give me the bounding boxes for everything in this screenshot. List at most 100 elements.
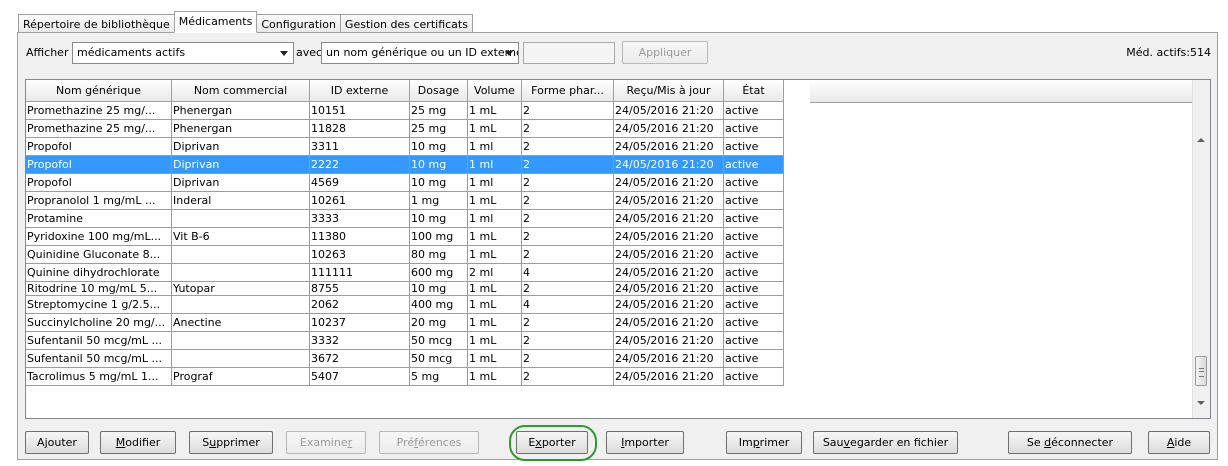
table-row[interactable]: Sufentanil 50 mcg/mL ... 3332 50 mcg 1 mL 2 2… — [26, 332, 784, 350]
col-state-cell: active — [724, 350, 784, 368]
search-field-select[interactable]: un nom générique ou un ID externe — [321, 42, 519, 64]
table-row[interactable]: Streptomycine 1 g/2.5... 2062 400 mg 1 mL 4 2… — [26, 296, 784, 314]
col-state-cell: active — [724, 228, 784, 246]
examine-button[interactable]: Examiner — [286, 431, 366, 454]
col-dosage-cell: 600 mg — [410, 264, 468, 282]
col-brand-name-cell — [172, 296, 310, 314]
header-col-external-id[interactable]: ID externe — [310, 80, 410, 102]
col-state-cell: active — [724, 246, 784, 264]
col-external-id-cell: 11380 — [310, 228, 410, 246]
table-row[interactable]: Propofol Diprivan 4569 10 mg 1 ml 2 24/05/2016… — [26, 174, 784, 192]
col-updated-cell: 24/05/2016 21:20 — [614, 174, 724, 192]
col-state-cell: active — [724, 192, 784, 210]
col-brand-name-cell — [172, 264, 310, 282]
col-state-cell: active — [724, 102, 784, 120]
table-row[interactable]: Pyridoxine 100 mg/mL... Vit B-6 11380 100 m… — [26, 228, 784, 246]
show-filter-select[interactable]: médicaments actifs — [72, 42, 294, 64]
preferences-button[interactable]: Préférences — [379, 431, 479, 454]
table-row[interactable]: Promethazine 25 mg/... Phenergan 11828 25 m… — [26, 120, 784, 138]
col-dosage-form-cell: 2 — [522, 350, 614, 368]
header-col-updated[interactable]: Reçu/Mis à jour — [614, 80, 724, 102]
col-external-id-cell: 4569 — [310, 174, 410, 192]
col-external-id-cell: 2062 — [310, 296, 410, 314]
col-volume-cell: 1 mL — [468, 192, 522, 210]
col-generic-name-cell: Quinidine Gluconate 8... — [26, 246, 172, 264]
table-row[interactable]: Propofol Diprivan 3311 10 mg 1 ml 2 24/05/2016… — [26, 138, 784, 156]
table-row[interactable]: Succinylcholine 20 mg/... Anectine 10237 20… — [26, 314, 784, 332]
action-buttons: Ajouter Modifier Supprimer Examiner Préf… — [18, 425, 1217, 461]
help-button[interactable]: Aide — [1148, 431, 1210, 454]
col-generic-name-cell: Pyridoxine 100 mg/mL... — [26, 228, 172, 246]
apply-button[interactable]: Appliquer — [622, 41, 708, 64]
modify-button[interactable]: Modifier — [100, 431, 176, 454]
col-dosage-form-cell: 2 — [522, 314, 614, 332]
col-generic-name-cell: Ritodrine 10 mg/mL 5... — [26, 282, 172, 296]
table-row[interactable]: Quinidine Gluconate 8... 10263 80 mg 1 mL 2 2… — [26, 246, 784, 264]
col-external-id-cell: 2222 — [310, 156, 410, 174]
vertical-scrollbar[interactable] — [1192, 80, 1210, 418]
print-button[interactable]: Imprimer — [726, 431, 802, 454]
col-external-id-cell: 3672 — [310, 350, 410, 368]
scroll-down-icon[interactable] — [1197, 401, 1205, 405]
header-col-brand-name[interactable]: Nom commercial — [172, 80, 310, 102]
scroll-up-icon[interactable] — [1197, 138, 1205, 142]
header-col-dosage-form[interactable]: Forme phar... — [522, 80, 614, 102]
export-button[interactable]: Exporter — [516, 431, 588, 454]
col-generic-name-cell: Protamine — [26, 210, 172, 228]
col-state-cell: active — [724, 174, 784, 192]
col-dosage-form-cell: 2 — [522, 120, 614, 138]
col-generic-name-cell: Promethazine 25 mg/... — [26, 102, 172, 120]
table-header: Nom générique Nom commercial ID externe Dos… — [26, 80, 784, 102]
col-external-id-cell: 3311 — [310, 138, 410, 156]
col-dosage-cell: 10 mg — [410, 282, 468, 296]
col-generic-name-cell: Propofol — [26, 156, 172, 174]
col-volume-cell: 1 mL — [468, 332, 522, 350]
tab-library-directory[interactable]: Répertoire de bibliothèque — [18, 14, 175, 33]
col-generic-name-cell: Propofol — [26, 138, 172, 156]
table-row[interactable]: Quinine dihydrochlorate 111111 600 mg 2 ml 4… — [26, 264, 784, 282]
col-generic-name-cell: Propranolol 1 mg/mL ... — [26, 192, 172, 210]
col-volume-cell: 1 mL — [468, 368, 522, 386]
col-state-cell: active — [724, 138, 784, 156]
delete-button[interactable]: Supprimer — [189, 431, 273, 454]
col-updated-cell: 24/05/2016 21:20 — [614, 246, 724, 264]
active-count: Méd. actifs:514 — [1126, 46, 1211, 59]
table-row[interactable]: Sufentanil 50 mcg/mL ... 3672 50 mcg 1 mL 2 2… — [26, 350, 784, 368]
col-state-cell: active — [724, 210, 784, 228]
header-col-volume[interactable]: Volume — [468, 80, 522, 102]
col-updated-cell: 24/05/2016 21:20 — [614, 368, 724, 386]
table-row[interactable]: Propofol Diprivan 2222 10 mg 1 ml 2 24/05/2016… — [26, 156, 784, 174]
col-state-cell: active — [724, 314, 784, 332]
table-row[interactable]: Tacrolimus 5 mg/mL 1... Prograf 5407 5 mg 1 … — [26, 368, 784, 386]
col-volume-cell: 1 mL — [468, 296, 522, 314]
logout-button[interactable]: Se déconnecter — [1008, 431, 1132, 454]
save-to-file-button[interactable]: Sauvegarder en fichier — [813, 431, 958, 454]
tab-certificate-management[interactable]: Gestion des certificats — [339, 14, 473, 33]
col-state-cell: active — [724, 156, 784, 174]
show-filter-value: médicaments actifs — [77, 46, 186, 59]
col-brand-name-cell: Yutopar — [172, 282, 310, 296]
col-dosage-form-cell: 2 — [522, 210, 614, 228]
medications-table: Nom générique Nom commercial ID externe Dos… — [25, 79, 1211, 419]
col-volume-cell: 1 mL — [468, 120, 522, 138]
tab-configuration[interactable]: Configuration — [256, 14, 341, 33]
table-row[interactable]: Propranolol 1 mg/mL ... Inderal 10261 1 mg 1… — [26, 192, 784, 210]
col-external-id-cell: 10237 — [310, 314, 410, 332]
header-col-dosage[interactable]: Dosage — [410, 80, 468, 102]
col-volume-cell: 1 ml — [468, 156, 522, 174]
scroll-thumb[interactable] — [1195, 356, 1207, 386]
add-button[interactable]: Ajouter — [25, 431, 89, 454]
col-dosage-cell: 80 mg — [410, 246, 468, 264]
header-col-generic-name[interactable]: Nom générique — [26, 80, 172, 102]
col-brand-name-cell — [172, 332, 310, 350]
col-updated-cell: 24/05/2016 21:20 — [614, 102, 724, 120]
table-row[interactable]: Promethazine 25 mg/... Phenergan 10151 25 m… — [26, 102, 784, 120]
table-row[interactable]: Protamine 3333 10 mg 1 ml 2 24/05/2016 21:20 a… — [26, 210, 784, 228]
header-col-state[interactable]: État — [724, 80, 784, 102]
col-external-id-cell: 3333 — [310, 210, 410, 228]
table-body: Promethazine 25 mg/... Phenergan 10151 25 m… — [26, 102, 784, 386]
tab-medications[interactable]: Médicaments — [173, 11, 258, 33]
search-input[interactable] — [523, 42, 615, 64]
table-row[interactable]: Ritodrine 10 mg/mL 5... Yutopar 8755 10 mg 1… — [26, 282, 784, 296]
import-button[interactable]: Importer — [606, 431, 684, 454]
